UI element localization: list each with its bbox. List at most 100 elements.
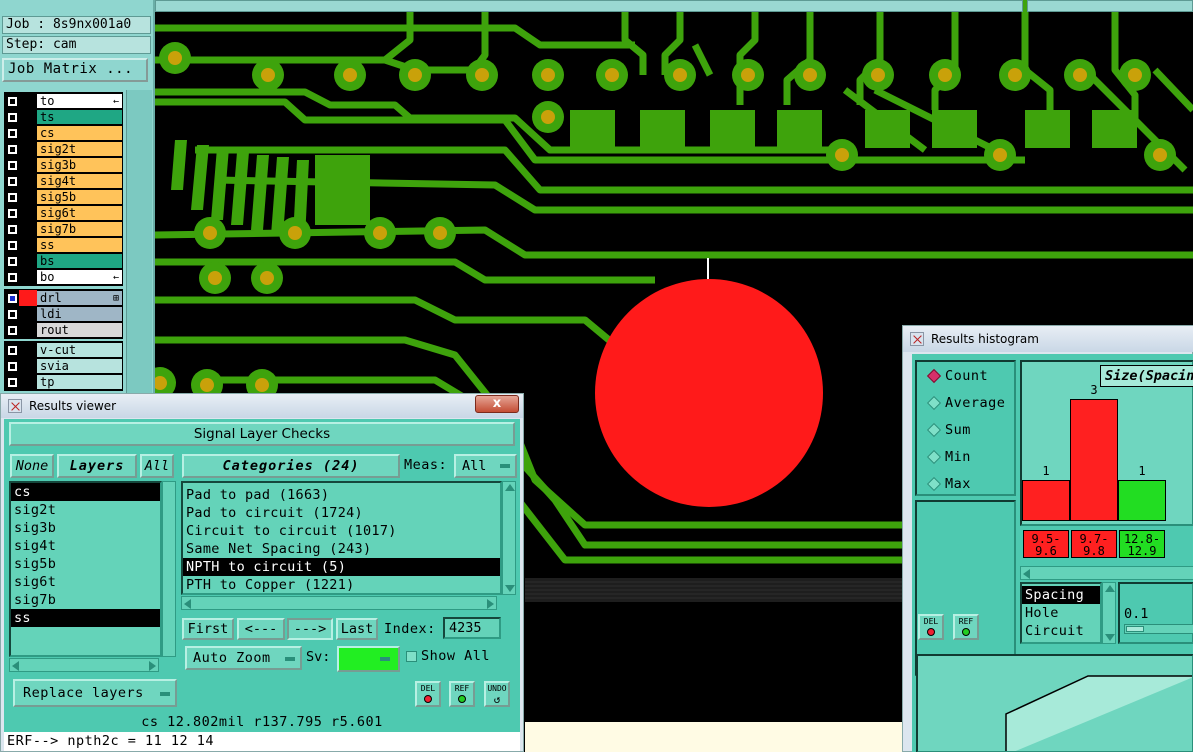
undo-button[interactable]: UNDO ↺ (484, 681, 510, 707)
command-line[interactable]: ERF--> npth2c = 11 12 14 (4, 732, 520, 751)
layer-row[interactable]: sig5b (5, 189, 122, 205)
layer-row[interactable]: sig3b (5, 157, 122, 173)
type-list-item[interactable]: Spacing (1022, 586, 1100, 604)
index-input[interactable]: 4235 (443, 617, 501, 639)
layer-checkbox[interactable] (5, 290, 19, 306)
layer-affected-toggle[interactable] (19, 253, 37, 269)
layer-row[interactable]: ldi (5, 306, 122, 322)
histogram-ref-button[interactable]: REF (953, 614, 979, 640)
previous-button[interactable]: <--- (237, 618, 285, 640)
layer-affected-toggle[interactable] (19, 306, 37, 322)
histogram-bar[interactable] (1022, 480, 1070, 521)
scroll-left-icon[interactable] (12, 661, 19, 671)
sv-color-select[interactable] (337, 646, 400, 672)
layer-list-scrollbar[interactable] (126, 90, 152, 395)
layer-affected-toggle[interactable] (19, 322, 37, 338)
layer-checkbox[interactable] (5, 125, 19, 141)
layer-checkbox[interactable] (5, 322, 19, 338)
layer-checkbox[interactable] (5, 93, 19, 109)
layer-row[interactable]: sig4t (5, 173, 122, 189)
mode-radio-max[interactable]: Max (927, 474, 971, 494)
category-list-item[interactable]: PTH to Copper (1221) (183, 576, 500, 593)
layer-list-item[interactable]: sig3b (11, 519, 160, 537)
layer-list-item[interactable]: sig5b (11, 555, 160, 573)
mode-radio-count[interactable]: Count (927, 366, 988, 386)
layer-row[interactable]: rout (5, 322, 122, 338)
categories-list[interactable]: Pad to pad (1663) Pad to circuit (1724) Ci… (181, 481, 502, 595)
layer-checkbox[interactable] (5, 269, 19, 285)
scroll-right-icon[interactable] (149, 661, 156, 671)
layer-row[interactable]: drl ⊞ (5, 290, 122, 306)
categories-hscroll[interactable] (181, 596, 497, 610)
layer-list-item[interactable]: sig6t (11, 573, 160, 591)
layer-row[interactable]: sig2t (5, 141, 122, 157)
layer-checkbox[interactable] (5, 358, 19, 374)
layer-checkbox[interactable] (5, 141, 19, 157)
layer-checkbox[interactable] (5, 221, 19, 237)
layer-affected-toggle[interactable] (19, 269, 37, 285)
ref-button[interactable]: REF (449, 681, 475, 707)
next-button[interactable]: ---> (287, 618, 333, 640)
layer-row[interactable]: bs (5, 253, 122, 269)
histogram-bar[interactable] (1070, 399, 1118, 521)
layer-affected-toggle[interactable] (19, 205, 37, 221)
results-viewer-titlebar[interactable]: Results viewer x (1, 394, 523, 418)
scroll-down-icon[interactable] (505, 585, 515, 592)
layer-checkbox[interactable] (5, 306, 19, 322)
histogram-delete-button[interactable]: DEL (918, 614, 944, 640)
meas-select[interactable]: All (454, 454, 517, 478)
layer-affected-toggle[interactable] (19, 237, 37, 253)
scroll-left-icon[interactable] (1023, 569, 1030, 579)
all-button[interactable]: All (140, 454, 174, 478)
type-list[interactable]: Spacing Hole Circuit (1020, 582, 1102, 644)
job-matrix-button[interactable]: Job Matrix ... (2, 58, 148, 82)
replace-layers-select[interactable]: Replace layers (13, 679, 177, 707)
layer-row[interactable]: cs (5, 125, 122, 141)
layer-affected-toggle[interactable] (19, 141, 37, 157)
layer-affected-toggle[interactable] (19, 109, 37, 125)
scroll-down-icon[interactable] (1105, 634, 1115, 641)
close-button[interactable]: x (475, 395, 519, 413)
scroll-up-icon[interactable] (505, 484, 515, 491)
layers-list-hscroll[interactable] (9, 658, 159, 672)
layer-row[interactable]: tp (5, 374, 122, 390)
layer-checkbox[interactable] (5, 253, 19, 269)
categories-vscroll[interactable] (502, 481, 516, 595)
scroll-right-icon[interactable] (487, 599, 494, 609)
layer-affected-toggle[interactable] (19, 93, 37, 109)
histogram-titlebar[interactable]: Results histogram (903, 326, 1193, 352)
layer-checkbox[interactable] (5, 109, 19, 125)
layer-checkbox[interactable] (5, 157, 19, 173)
layer-affected-toggle[interactable] (19, 157, 37, 173)
layer-list-item[interactable]: sig2t (11, 501, 160, 519)
value-slider[interactable] (1124, 624, 1193, 634)
layer-checkbox[interactable] (5, 189, 19, 205)
layer-list-item[interactable]: sig4t (11, 537, 160, 555)
layer-checkbox[interactable] (5, 342, 19, 358)
category-list-item[interactable]: Pad to pad (1663) (183, 486, 500, 504)
layer-row[interactable]: sig7b (5, 221, 122, 237)
layer-row[interactable]: sig6t (5, 205, 122, 221)
category-list-item[interactable]: Circuit to circuit (1017) (183, 522, 500, 540)
layer-list-item[interactable]: sig7b (11, 591, 160, 609)
layer-row[interactable]: ts (5, 109, 122, 125)
layer-row[interactable]: ss (5, 237, 122, 253)
category-list-item[interactable]: Same Net Spacing (243) (183, 540, 500, 558)
layer-affected-toggle[interactable] (19, 189, 37, 205)
layer-row[interactable]: bo ← (5, 269, 122, 285)
last-button[interactable]: Last (336, 618, 378, 640)
layer-affected-toggle[interactable] (19, 374, 37, 390)
auto-zoom-select[interactable]: Auto Zoom (185, 646, 302, 670)
first-button[interactable]: First (182, 618, 234, 640)
layer-list-item[interactable]: cs (11, 483, 160, 501)
layers-list-vscroll[interactable] (162, 481, 176, 657)
layer-checkbox[interactable] (5, 205, 19, 221)
layer-checkbox[interactable] (5, 173, 19, 189)
layer-affected-toggle[interactable] (19, 125, 37, 141)
layer-affected-toggle[interactable] (19, 358, 37, 374)
slider-thumb[interactable] (1126, 626, 1144, 632)
mode-radio-average[interactable]: Average (927, 393, 1005, 413)
scroll-left-icon[interactable] (184, 599, 191, 609)
type-list-item[interactable]: Hole (1022, 604, 1100, 622)
mode-radio-min[interactable]: Min (927, 447, 971, 467)
